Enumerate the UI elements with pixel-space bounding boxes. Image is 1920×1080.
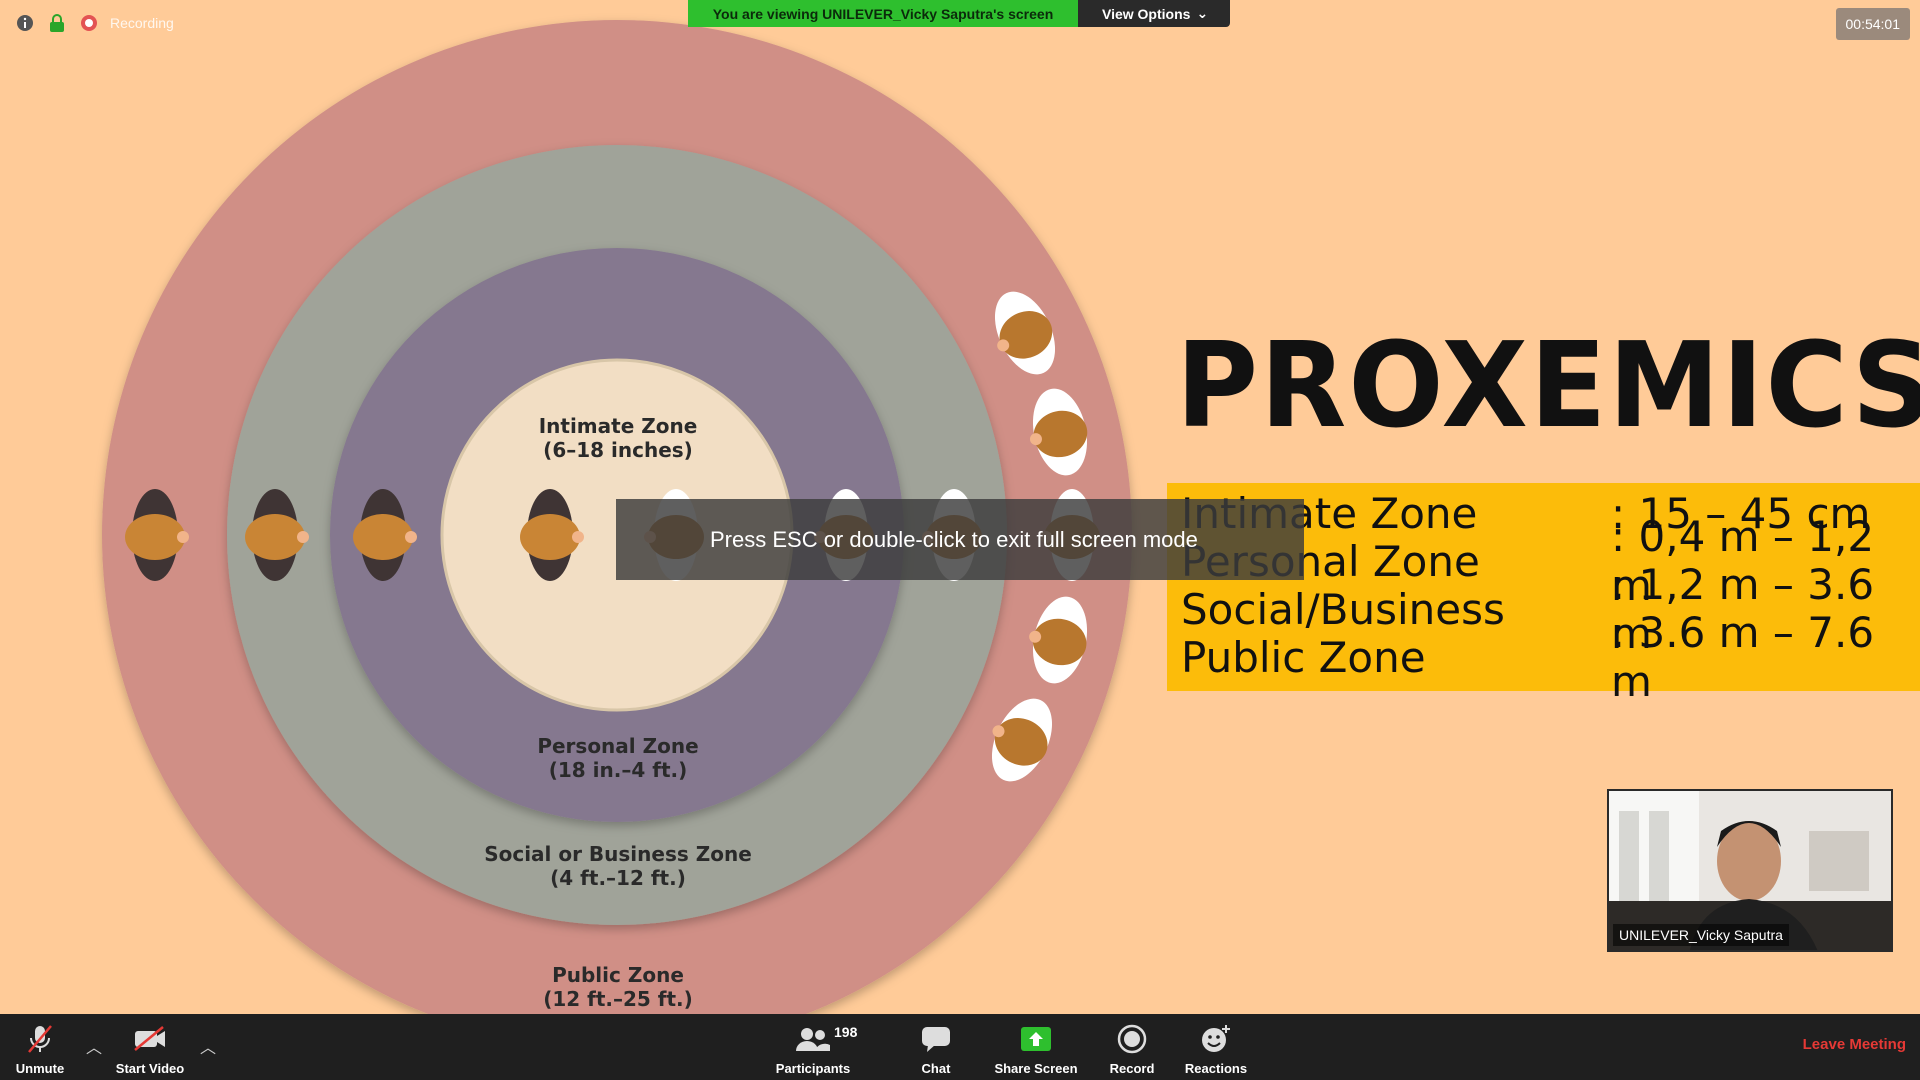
zone-range: (6–18 inches) [543,438,693,462]
recording-icon [78,12,100,34]
esc-hint-text: Press ESC or double-click to exit full s… [710,526,1198,552]
personal-zone-label: Personal Zone (18 in.–4 ft.) [438,734,798,782]
unmute-button[interactable]: Unmute [8,1014,72,1080]
meeting-toolbar: Unmute ︿ Start Video ︿ Participants 198 … [0,1014,1920,1080]
zone-name: Public Zone [552,963,684,987]
slide-title: PROXEMICS [1176,317,1920,455]
public-zone-label: Public Zone (12 ft.–25 ft.) [438,963,798,1011]
record-icon [1117,1021,1147,1057]
video-options-caret-icon[interactable]: ︿ [200,1034,216,1058]
record-label: Record [1109,1061,1155,1076]
share-screen-button[interactable]: Share Screen [988,1014,1084,1080]
reactions-label: Reactions [1184,1061,1248,1076]
reactions-button[interactable]: Reactions [1178,1014,1254,1080]
zone-name: Intimate Zone [538,414,698,438]
viewing-banner: You are viewing UNILEVER_Vicky Saputra's… [688,0,1230,27]
zone-row-name: Social/Business [1181,584,1505,634]
zone-range: (18 in.–4 ft.) [548,758,688,782]
meeting-timer: 00:54:01 [1835,8,1910,40]
chevron-down-icon: ⌄ [1196,5,1209,21]
zone-row: Public Zone : 3.6 m – 7.6 m [1181,608,1920,706]
chat-icon [921,1021,951,1057]
participants-icon [795,1021,831,1057]
zone-row-name: Public Zone [1181,632,1426,682]
participants-label: Participants [775,1061,851,1076]
reactions-icon [1200,1021,1232,1057]
zone-range: (4 ft.–12 ft.) [550,866,686,890]
zone-name: Personal Zone [537,734,699,758]
participant-video-tile[interactable]: UNILEVER_Vicky Saputra [1607,789,1893,952]
chat-button[interactable]: Chat [900,1014,972,1080]
participants-count: 198 [834,1024,858,1040]
share-screen-icon [1020,1021,1052,1057]
zone-row-range: : 3.6 m – 7.6 m [1611,608,1875,706]
chat-label: Chat [921,1061,951,1076]
zone-range: (12 ft.–25 ft.) [543,987,693,1011]
start-video-button[interactable]: Start Video [108,1014,192,1080]
view-options-label: View Options [1102,5,1191,22]
lock-icon[interactable] [46,12,68,34]
audio-options-caret-icon[interactable]: ︿ [86,1034,102,1058]
intimate-zone-label: Intimate Zone (6–18 inches) [438,414,798,462]
unmute-label: Unmute [15,1061,65,1076]
info-icon[interactable] [14,12,36,34]
record-button[interactable]: Record [1098,1014,1166,1080]
share-screen-label: Share Screen [994,1061,1078,1076]
start-video-label: Start Video [115,1061,185,1076]
view-options-button[interactable]: View Options ⌄ [1078,0,1230,27]
recording-label: Recording [110,15,174,31]
meeting-status-bar: Recording [14,12,174,34]
microphone-muted-icon [27,1021,53,1057]
video-off-icon [133,1021,167,1057]
leave-meeting-button[interactable]: Leave Meeting [1803,1036,1906,1053]
social-zone-label: Social or Business Zone (4 ft.–12 ft.) [438,842,798,890]
zone-name: Social or Business Zone [484,842,752,866]
participant-name: UNILEVER_Vicky Saputra [1613,924,1789,946]
viewing-text: You are viewing UNILEVER_Vicky Saputra's… [688,0,1078,27]
fullscreen-exit-hint: Press ESC or double-click to exit full s… [616,499,1304,580]
